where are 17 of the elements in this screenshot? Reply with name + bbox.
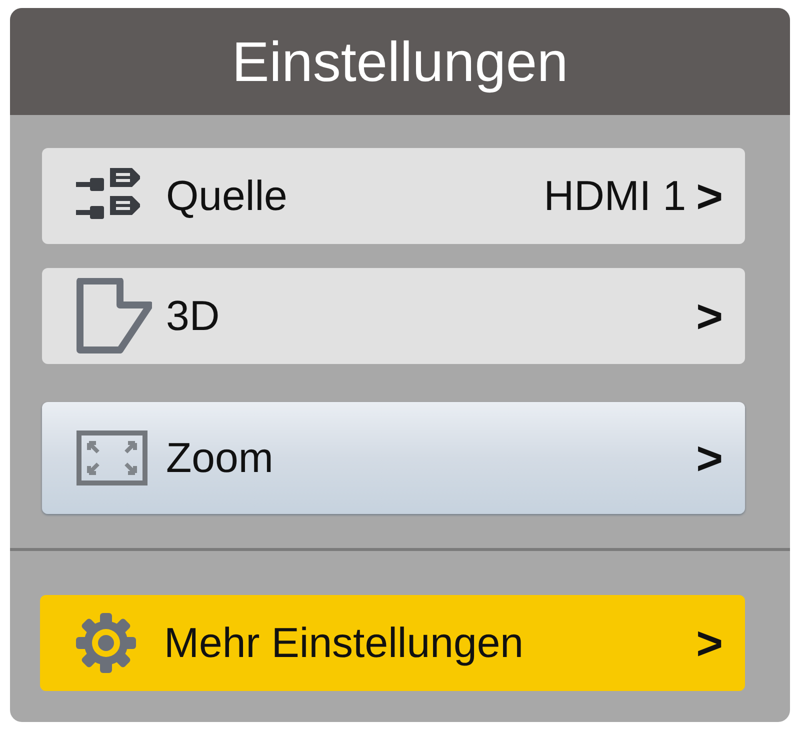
menu-item[interactable]: 3D > <box>42 268 745 364</box>
item-label: Mehr Einstellungen <box>164 619 525 667</box>
chevron-icon: > <box>696 289 723 343</box>
item-label: Zoom <box>166 434 274 482</box>
window-title: Einstellungen <box>232 29 568 94</box>
settings-icon <box>74 611 138 675</box>
item-label: Quelle <box>166 172 288 220</box>
item-label: 3D <box>166 292 221 340</box>
expand-icon <box>76 430 148 486</box>
chevron-icon: > <box>696 431 723 485</box>
menu-item[interactable]: Zoom > <box>42 402 745 514</box>
chevron-icon: > <box>696 616 723 670</box>
chevron-icon: > <box>696 169 723 223</box>
menu-item[interactable]: Quelle HDMI 1 > <box>42 148 745 244</box>
item-value: HDMI 1 <box>544 172 686 220</box>
menu-item[interactable]: Mehr Einstellungen > <box>40 595 745 691</box>
page-icon <box>76 278 152 354</box>
